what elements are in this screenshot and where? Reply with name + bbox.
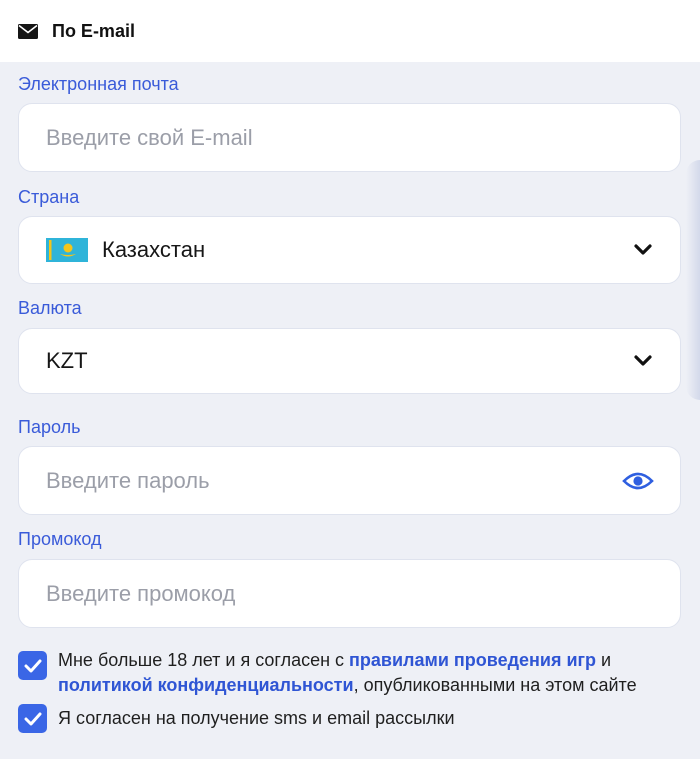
- password-field[interactable]: Введите пароль: [18, 446, 681, 515]
- terms-text-middle: и: [596, 650, 612, 670]
- terms-text-before: Мне больше 18 лет и я согласен с: [58, 650, 350, 670]
- mailing-text: Я согласен на получение sms и email расс…: [58, 708, 455, 728]
- terms-text: Мне больше 18 лет и я согласен с правила…: [58, 648, 678, 698]
- country-label: Страна: [18, 187, 80, 207]
- eye-icon[interactable]: [622, 470, 654, 492]
- currency-label: Валюта: [18, 298, 82, 318]
- currency-value: KZT: [46, 348, 88, 373]
- tab-label: По E-mail: [52, 20, 135, 41]
- terms-text-after: , опубликованными на этом сайте: [353, 675, 637, 695]
- chevron-down-icon: [634, 244, 652, 255]
- kazakhstan-flag-icon: [46, 238, 88, 262]
- promo-field[interactable]: Введите промокод: [18, 559, 681, 628]
- envelope-icon: [18, 23, 38, 39]
- country-select[interactable]: Казахстан: [18, 216, 681, 284]
- edge-shadow: [686, 160, 700, 400]
- mailing-checkbox[interactable]: [18, 704, 47, 733]
- terms-checkbox[interactable]: [18, 651, 47, 680]
- password-label: Пароль: [18, 417, 81, 437]
- mailing-agreement: Я согласен на получение sms и email расс…: [18, 704, 678, 733]
- checkmark-icon: [24, 712, 41, 725]
- email-label: Электронная почта: [18, 74, 179, 94]
- checkmark-icon: [24, 659, 41, 672]
- terms-agreement: Мне больше 18 лет и я согласен с правила…: [18, 648, 678, 698]
- country-value: Казахстан: [102, 237, 206, 262]
- password-placeholder: Введите пароль: [46, 467, 210, 493]
- privacy-link[interactable]: политикой конфиденциальности: [58, 675, 354, 695]
- tab-email[interactable]: По E-mail: [0, 0, 700, 62]
- promo-label: Промокод: [18, 529, 102, 549]
- promo-placeholder: Введите промокод: [46, 580, 236, 606]
- chevron-down-icon: [634, 355, 652, 366]
- currency-select[interactable]: KZT: [18, 328, 681, 394]
- email-field[interactable]: Введите свой E-mail: [18, 103, 681, 172]
- email-placeholder: Введите свой E-mail: [46, 124, 253, 150]
- rules-link[interactable]: правилами проведения игр: [349, 650, 596, 670]
